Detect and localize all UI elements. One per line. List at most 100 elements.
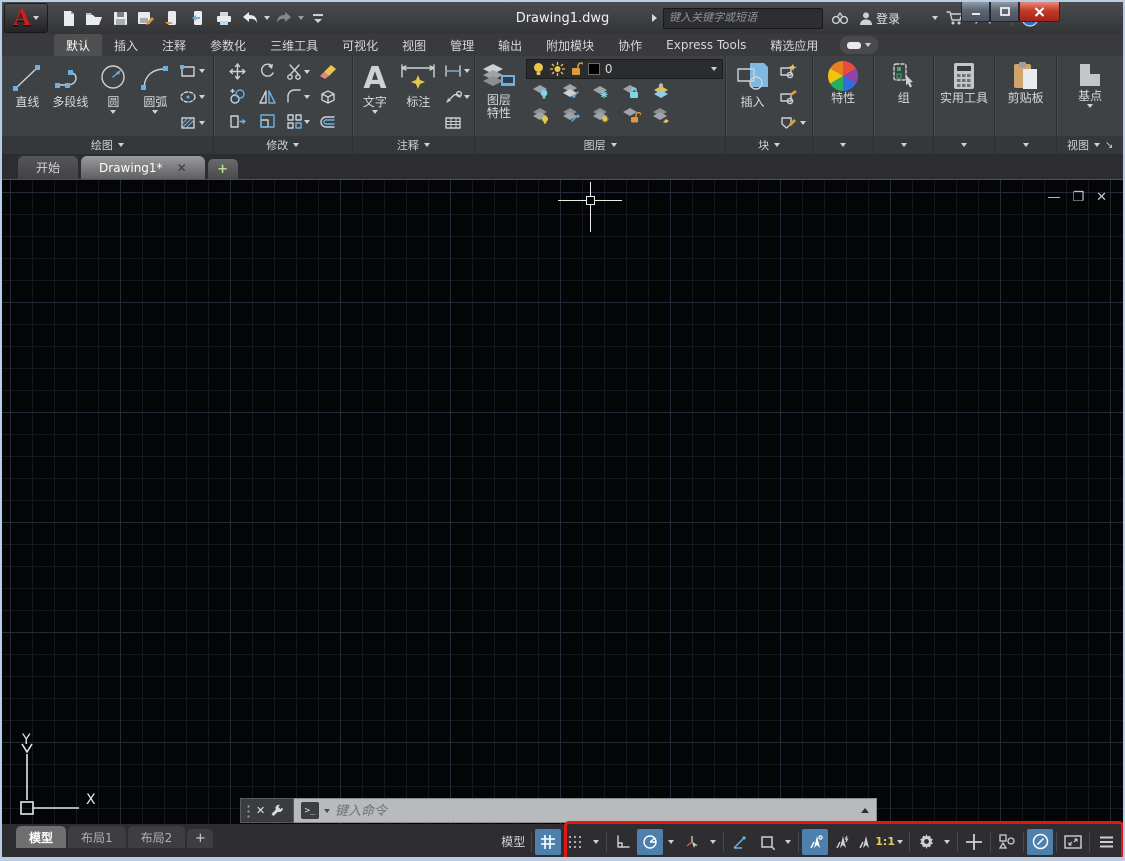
clipboard-paste-button[interactable]: 剪贴板 [1005,59,1047,135]
rectangle-dropdown-icon[interactable] [199,69,206,73]
layer-isolate-button[interactable] [561,82,581,104]
hardware-acceleration-button[interactable] [1027,828,1053,855]
make-current-layer-button[interactable] [651,82,671,104]
annotation-autoscale-button[interactable] [829,829,855,855]
command-input-field[interactable]: >_ [294,798,877,823]
viewport-minimize-icon[interactable]: — [1047,190,1060,205]
panel-label-utilities[interactable] [934,136,994,154]
text-button[interactable]: A 文字 [355,59,395,135]
layer-match-button[interactable] [561,106,581,128]
command-customize-wrench-icon[interactable] [270,804,284,818]
ui-lock-button[interactable] [961,829,987,855]
command-line-bar[interactable]: ✕ >_ [240,798,877,823]
osnap-dropdown-button[interactable] [781,829,795,855]
table-button[interactable] [442,113,472,133]
close-button[interactable] [1019,2,1060,22]
mirror-button[interactable] [258,88,277,105]
utilities-button[interactable]: 实用工具 [937,59,991,135]
explode-button[interactable] [318,88,337,105]
panel-label-view[interactable]: 视图 ↘ [1057,136,1123,154]
close-tab-icon[interactable]: ✕ [177,161,187,175]
tab-output[interactable]: 输出 [486,34,534,56]
infocenter-collapse-icon[interactable] [651,14,657,22]
offset-button[interactable] [318,113,337,130]
polar-tracking-button[interactable] [637,828,664,855]
plot-button[interactable] [212,6,236,30]
tab-home[interactable]: 默认 [54,34,103,56]
command-input[interactable] [335,803,856,818]
hatch-button[interactable] [177,113,207,133]
search-button[interactable] [829,7,851,29]
layer-freeze-button[interactable] [591,82,611,104]
save-to-mobile-button[interactable] [186,6,210,30]
panel-label-clipboard[interactable] [994,136,1057,154]
isodraft-dropdown-button[interactable] [706,829,720,855]
command-line-grip[interactable]: ✕ [240,798,294,823]
drawing-canvas[interactable]: — ❐ ✕ Y X ✕ >_ [2,180,1123,824]
undo-dropdown-icon[interactable] [264,16,270,20]
circle-dropdown-icon[interactable] [110,110,117,114]
properties-button[interactable]: 特性 [823,59,863,135]
layout-tab-layout2[interactable]: 布局2 [127,826,186,848]
panel-label-layers[interactable]: 图层 [474,136,726,154]
help-search-box[interactable] [662,7,823,29]
clean-screen-button[interactable] [1060,829,1086,855]
insert-block-button[interactable]: 插入 [731,59,775,135]
command-close-icon[interactable]: ✕ [256,804,265,817]
workspace-dropdown-button[interactable] [940,829,954,855]
grid-display-button[interactable] [535,828,562,855]
workspace-switching-button[interactable] [913,829,939,855]
base-button[interactable]: 基点 [1070,59,1110,135]
panel-launcher-icon[interactable]: ↘ [1105,140,1113,151]
layer-thaw-all-button[interactable] [591,106,611,128]
model-space-button[interactable]: 模型 [498,829,528,855]
layer-on-row2-button[interactable] [531,106,551,128]
fillet-button[interactable] [286,88,310,105]
group-button[interactable]: 组 [884,59,924,135]
qat-customize-button[interactable] [306,6,330,30]
new-layout-button[interactable]: + [187,829,214,848]
hatch-dropdown-icon[interactable] [199,121,206,125]
arc-button[interactable]: 圆弧 [135,59,175,135]
layer-select-dropdown[interactable]: 0 [525,59,724,79]
polyline-button[interactable]: 多段线 [49,59,91,135]
panel-label-groups[interactable] [874,136,934,154]
layer-properties-button[interactable]: 图层特性 [477,59,521,135]
sign-in-dropdown-icon[interactable] [932,16,938,20]
ucs-icon[interactable]: Y X [10,730,106,820]
ellipse-button[interactable] [177,87,207,107]
trim-dropdown-icon[interactable] [303,69,310,74]
save-button[interactable] [108,6,132,30]
layout-tab-model[interactable]: 模型 [16,826,67,848]
layout-tab-layout1[interactable]: 布局1 [68,826,126,848]
open-from-mobile-button[interactable] [160,6,184,30]
annotation-scale-button[interactable]: 1:1 [856,829,906,855]
tab-featured-apps[interactable]: 精选应用 [758,34,830,56]
dimension-button[interactable]: 标注 [397,59,440,135]
circle-button[interactable]: 圆 [93,59,133,135]
erase-button[interactable] [318,63,337,80]
panel-label-block[interactable]: 块 [726,136,812,154]
tab-express-tools[interactable]: Express Tools [654,34,758,56]
snap-mode-button[interactable] [562,829,588,855]
leader-dropdown-icon[interactable] [463,95,470,99]
ellipse-dropdown-icon[interactable] [199,95,206,99]
selection-filtering-button[interactable] [994,829,1020,855]
search-input[interactable] [668,12,817,24]
viewport-close-icon[interactable]: ✕ [1096,190,1107,205]
sign-in-button[interactable]: 登录 [857,7,902,29]
tab-insert[interactable]: 插入 [102,34,150,56]
maximize-button[interactable] [990,2,1019,22]
base-dropdown-icon[interactable] [1087,104,1094,108]
annotation-visibility-button[interactable] [802,828,829,855]
text-dropdown-icon[interactable] [371,110,378,114]
tab-3d-tools[interactable]: 三维工具 [258,34,330,56]
leader-button[interactable] [442,87,472,107]
redo-dropdown-icon[interactable] [298,16,304,20]
layer-unlock-all-button[interactable] [621,106,642,128]
file-tab-start[interactable]: 开始 [18,156,79,179]
attributes-dropdown-icon[interactable] [799,121,806,125]
panel-label-annotate[interactable]: 注释 [352,136,474,154]
line-button[interactable]: 直线 [7,59,47,135]
trim-button[interactable] [286,63,310,80]
